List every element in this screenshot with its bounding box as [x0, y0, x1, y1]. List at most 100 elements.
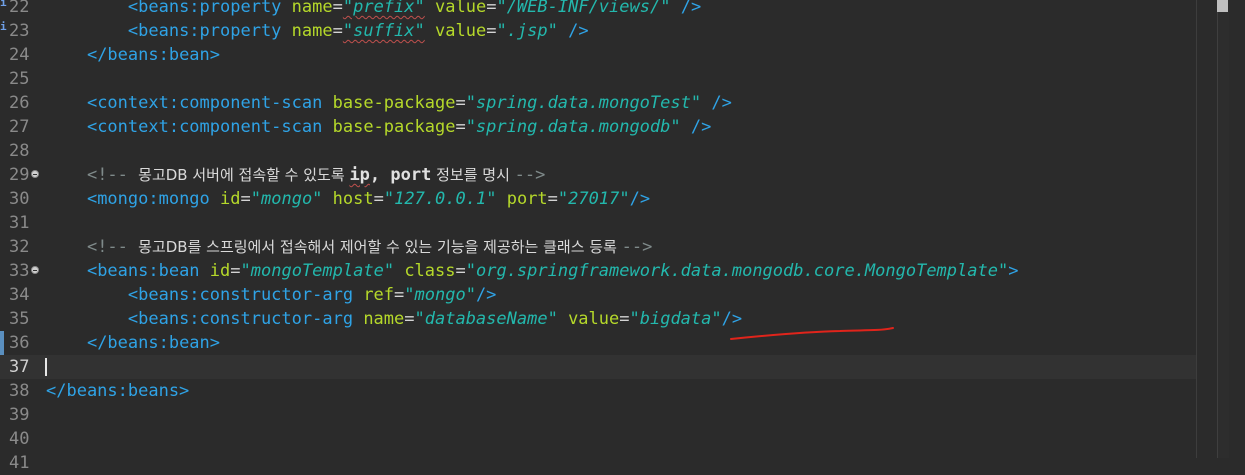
code-text[interactable]: <beans:property name="suffix" value=".js… [46, 19, 589, 43]
code-text[interactable]: <!-- 몽고DB를 스프링에서 접속해서 제어할 수 있는 기능을 제공하는 … [46, 235, 652, 259]
line-number: 31 [9, 213, 30, 233]
token-eq: = [332, 21, 343, 41]
token-cmbold: , port [369, 165, 432, 185]
info-marker-icon[interactable]: i [0, 0, 7, 11]
token-tag: <context:component-scan [86, 117, 323, 137]
token-eq: = [486, 21, 497, 41]
code-text[interactable]: <mongo:mongo id="mongo" host="127.0.0.1"… [46, 187, 650, 211]
code-text[interactable]: </beans:bean> [46, 43, 220, 67]
code-line-37[interactable]: 37 [0, 355, 1196, 379]
code-text[interactable]: <beans:constructor-arg ref="mongo"/> [46, 283, 497, 307]
token-tag: /> [629, 189, 651, 209]
code-line-31[interactable]: 31 [0, 211, 1196, 235]
token-tag: <beans:property [127, 0, 282, 17]
token-cmtext: 몽고DB 서버에 접속할 수 있도록 [138, 166, 350, 184]
token-attr: base-package [332, 117, 456, 137]
token-val: "org.springframework.data.mongodb.core.M… [465, 261, 1009, 281]
code-line-26[interactable]: 26 <context:component-scan base-package=… [0, 91, 1196, 115]
token-tag: </beans:beans> [46, 381, 190, 401]
code-line-38[interactable]: 38 </beans:beans> [0, 379, 1196, 403]
token-tag: /> [711, 93, 732, 113]
code-text[interactable]: <context:component-scan base-package="sp… [46, 115, 711, 139]
token-val: "spring.data.mongodb" [465, 117, 681, 137]
token-val: "spring.data.mongoTest" [465, 93, 702, 113]
token-attr: name [363, 309, 405, 329]
token-attr: port [506, 189, 548, 209]
code-line-22[interactable]: i 22 <beans:property name="prefix" value=… [0, 0, 1196, 19]
code-line-23[interactable]: i 23 <beans:property name="suffix" value=… [0, 19, 1196, 43]
line-number: 30 [9, 189, 30, 209]
token-val: "mongo" [404, 285, 476, 305]
fold-toggle-icon[interactable] [31, 170, 39, 178]
code-line-28[interactable]: 28 [0, 139, 1196, 163]
vertical-scrollbar[interactable] [1217, 12, 1229, 458]
token-cm: --> [621, 237, 653, 257]
token-tag: <beans:property [127, 21, 282, 41]
code-text[interactable]: <beans:property name="prefix" value="/WE… [46, 0, 701, 19]
code-line-29[interactable]: 29 <!-- 몽고DB 서버에 접속할 수 있도록 ip, port 정보를 … [0, 163, 1196, 187]
text-cursor [45, 358, 47, 376]
line-number: 24 [9, 45, 30, 65]
code-text[interactable]: <!-- 몽고DB 서버에 접속할 수 있도록 ip, port 정보를 명시 … [46, 163, 545, 187]
token-attr: value [435, 0, 487, 17]
token-cmtext: 몽고DB를 스프링에서 접속해서 제어할 수 있는 기능을 제공하는 클래스 등… [138, 238, 622, 256]
code-line-34[interactable]: 34 <beans:constructor-arg ref="mongo"/> [0, 283, 1196, 307]
token-val: "prefix" [342, 0, 425, 17]
line-number: 37 [9, 357, 30, 377]
line-number: 26 [9, 93, 30, 113]
token-eq: = [230, 261, 241, 281]
code-line-39[interactable]: 39 [0, 403, 1196, 427]
code-editor[interactable]: i 22 <beans:property name="prefix" value=… [0, 0, 1245, 473]
token-tag: <beans:constructor-arg [127, 285, 354, 305]
line-number: 34 [9, 285, 30, 305]
info-marker-icon[interactable]: i [0, 19, 7, 35]
code-text[interactable]: </beans:bean> [46, 331, 220, 355]
token-eq: = [240, 189, 251, 209]
token-eq: = [394, 285, 405, 305]
fold-toggle-icon[interactable] [31, 266, 39, 274]
token-attr: class [404, 261, 456, 281]
code-line-24[interactable]: 24 </beans:bean> [0, 43, 1196, 67]
code-text[interactable]: </beans:beans> [46, 379, 189, 403]
token-tag: <context:component-scan [86, 93, 323, 113]
code-text[interactable]: <beans:constructor-arg name="databaseNam… [46, 307, 742, 331]
line-number: 40 [9, 429, 30, 449]
line-number: 28 [9, 141, 30, 161]
token-eq: = [547, 189, 558, 209]
vertical-scrollbar-thumb[interactable] [1217, 0, 1228, 12]
line-number: 25 [9, 69, 30, 89]
token-val: ".jsp" [496, 21, 558, 41]
token-attr: id [209, 261, 231, 281]
code-line-41[interactable]: 41 [0, 451, 1196, 475]
code-line-25[interactable]: 25 [0, 67, 1196, 91]
code-line-30[interactable]: 30 <mongo:mongo id="mongo" host="127.0.0… [0, 187, 1196, 211]
code-line-40[interactable]: 40 [0, 427, 1196, 451]
token-val: "databaseName" [414, 309, 558, 329]
code-text[interactable]: <context:component-scan base-package="sp… [46, 91, 732, 115]
token-tag: </beans:bean> [86, 45, 221, 65]
token-eq: = [404, 309, 415, 329]
code-line-35[interactable]: 35 <beans:constructor-arg name="database… [0, 307, 1196, 331]
token-tag: > [1008, 261, 1019, 281]
code-line-36[interactable]: 36 </beans:bean> [0, 331, 1196, 355]
code-line-33[interactable]: 33 <beans:bean id="mongoTemplate" class=… [0, 259, 1196, 283]
token-attr: id [220, 189, 241, 209]
token-eq: = [455, 261, 466, 281]
code-line-27[interactable]: 27 <context:component-scan base-package=… [0, 115, 1196, 139]
code-line-32[interactable]: 32 <!-- 몽고DB를 스프링에서 접속해서 제어할 수 있는 기능을 제공… [0, 235, 1196, 259]
token-tag: /> [721, 309, 743, 329]
line-number: 38 [9, 381, 30, 401]
code-text[interactable]: <beans:bean id="mongoTemplate" class="or… [46, 259, 1019, 283]
